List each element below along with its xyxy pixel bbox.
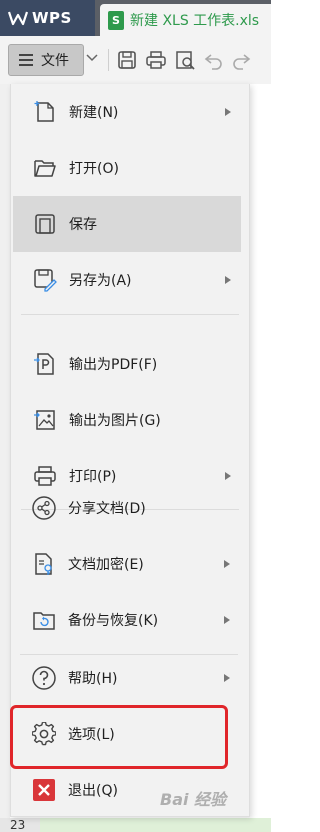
menu-item-export-pdf[interactable]: 输出为PDF(F) <box>13 336 241 392</box>
menu-item-new[interactable]: 新建(N) <box>13 84 241 140</box>
document-tab-title: 新建 XLS 工作表.xls <box>130 13 260 29</box>
export-image-icon <box>34 410 55 430</box>
document-tab[interactable]: S 新建 XLS 工作表.xls <box>100 4 271 36</box>
toolbar-divider <box>108 49 109 71</box>
sheet-area[interactable] <box>248 84 271 832</box>
undo-icon[interactable] <box>203 49 225 71</box>
new-file-icon <box>34 101 54 122</box>
save-icon[interactable] <box>116 49 138 71</box>
menu-item-open[interactable]: 打开(O) <box>13 140 241 196</box>
menu-item-label: 保存 <box>69 217 97 233</box>
redo-icon[interactable] <box>230 49 252 71</box>
selected-row-highlight <box>40 818 271 832</box>
sheet-row-header-strip <box>0 84 10 832</box>
watermark: Bai 经验 <box>160 790 227 809</box>
save-icon <box>35 214 55 234</box>
hamburger-menu-icon <box>19 54 33 66</box>
menu-item-print[interactable]: 打印(P) <box>13 448 241 504</box>
menu-item-save[interactable]: 保存 <box>13 196 241 252</box>
print-icon[interactable] <box>145 49 167 71</box>
export-pdf-icon <box>34 353 54 375</box>
menu-item-label: 输出为PDF(F) <box>69 357 158 373</box>
file-menu-label: 文件 <box>41 53 69 69</box>
submenu-arrow-icon <box>225 276 231 284</box>
chevron-down-icon[interactable] <box>86 54 98 62</box>
annotation-highlight-box <box>10 705 228 769</box>
folder-open-icon <box>34 160 56 177</box>
menu-divider <box>21 509 239 510</box>
menu-item-label: 打印(P) <box>69 469 117 485</box>
wps-home-tab[interactable]: WPS <box>0 0 95 36</box>
app-name: WPS <box>32 9 72 27</box>
menu-item-label: 输出为图片(G) <box>69 413 161 429</box>
quick-toolbar: 文件 <box>0 36 271 85</box>
title-bar: WPS S 新建 XLS 工作表.xls <box>0 0 271 36</box>
wps-logo-icon <box>8 11 28 26</box>
print-icon <box>34 466 56 486</box>
submenu-arrow-icon <box>225 472 231 480</box>
menu-item-export-image[interactable]: 输出为图片(G) <box>13 392 241 448</box>
submenu-arrow-icon <box>225 108 231 116</box>
print-preview-icon[interactable] <box>174 49 196 71</box>
save-as-icon <box>34 269 57 292</box>
menu-item-label: 另存为(A) <box>69 273 132 289</box>
menu-item-label: 新建(N) <box>69 105 119 121</box>
menu-item-save-as[interactable]: 另存为(A) <box>13 252 241 308</box>
menu-item-label: 打开(O) <box>69 161 119 177</box>
spreadsheet-file-icon: S <box>108 10 124 30</box>
file-menu-button[interactable]: 文件 <box>8 44 84 76</box>
menu-divider <box>21 314 239 315</box>
